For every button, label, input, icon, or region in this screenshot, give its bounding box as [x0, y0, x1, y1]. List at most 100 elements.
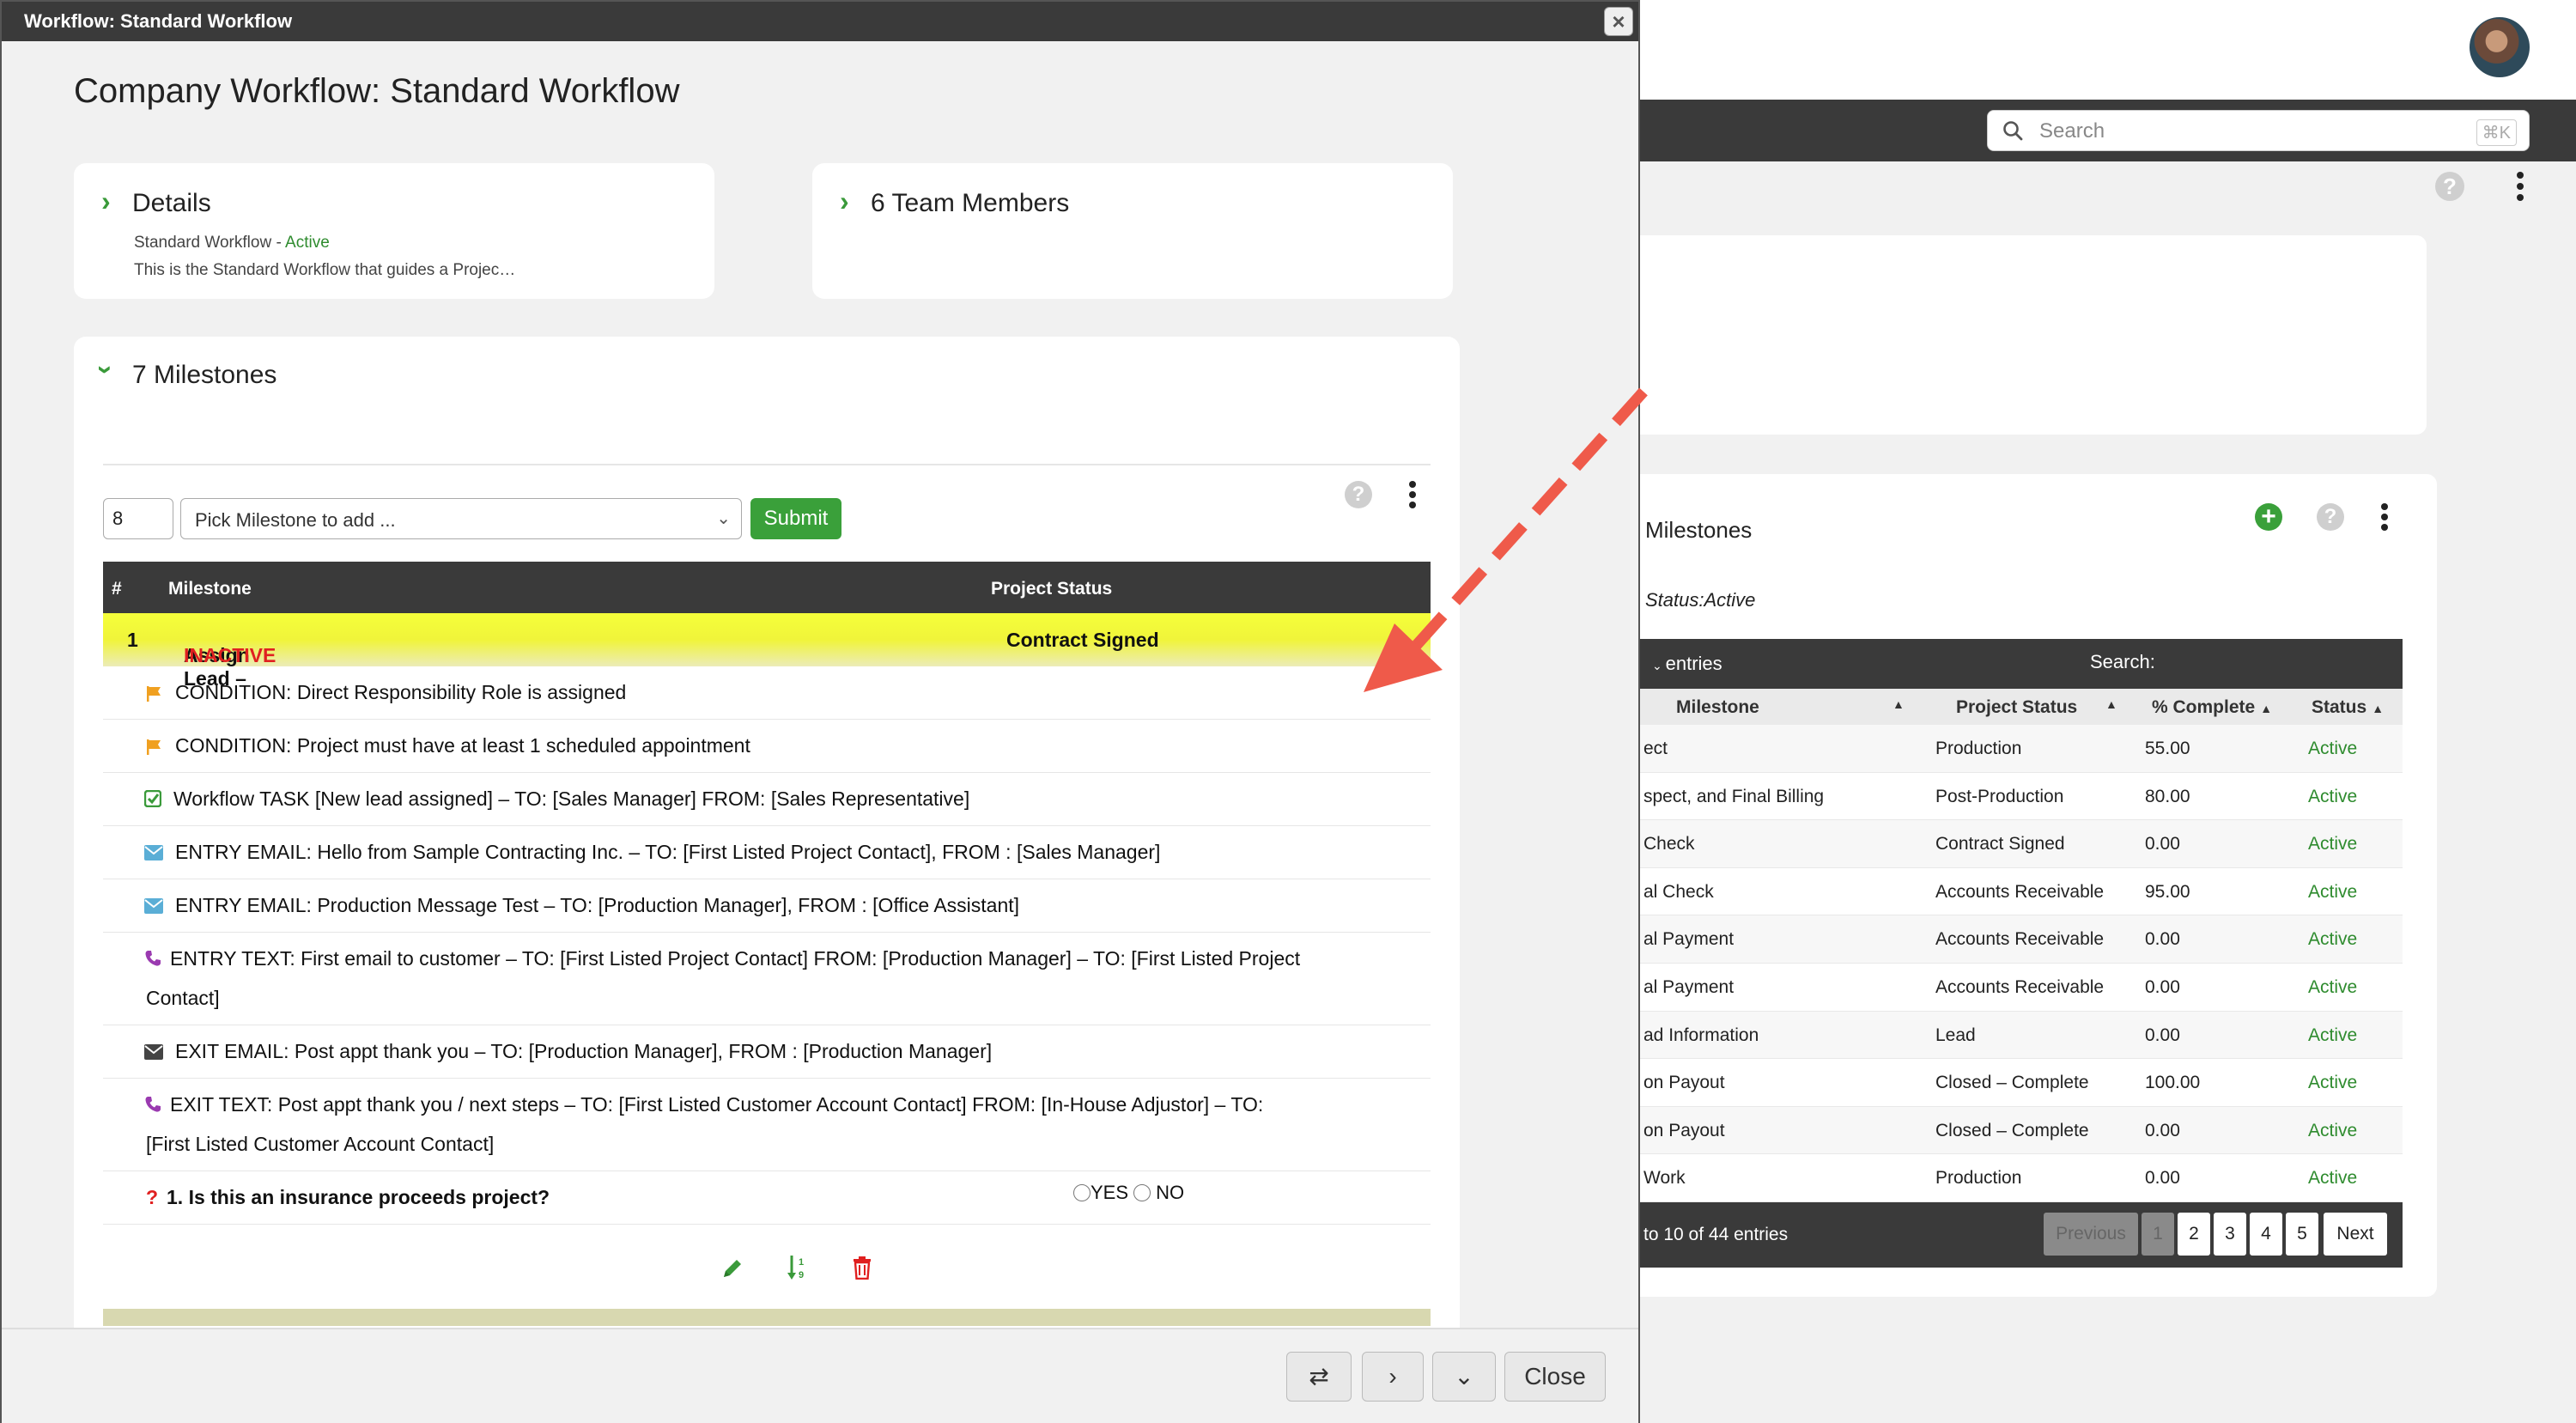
milestone-number: 1 [127, 629, 138, 651]
cell-status: Post-Production [1935, 786, 2064, 806]
table-row[interactable]: ect Production 55.00 Active [1640, 725, 2403, 773]
submit-button[interactable]: Submit [750, 498, 841, 539]
previous-page-button[interactable]: Previous [2044, 1213, 2138, 1256]
envelope-icon [144, 898, 163, 914]
chevron-right-icon[interactable]: › [101, 185, 111, 217]
trash-icon[interactable] [852, 1256, 872, 1280]
col-project-status[interactable]: Project Status [1956, 697, 2077, 718]
cell-milestone: ad Information [1643, 1025, 1759, 1045]
svg-text:1: 1 [799, 1257, 804, 1268]
team-members-heading[interactable]: 6 Team Members [871, 189, 1069, 218]
more-options-icon[interactable] [2380, 503, 2389, 531]
cell-active: Active [2308, 1168, 2358, 1189]
radio-no[interactable] [1133, 1184, 1151, 1201]
milestone-row[interactable]: 1 Assign Lead – INACTIVE Contract Signed [103, 613, 1431, 690]
status-filter-label: Status:Active [1645, 589, 1756, 611]
cell-milestone: ect [1643, 739, 1668, 758]
page-4-button[interactable]: 4 [2250, 1213, 2282, 1256]
pick-milestone-placeholder: Pick Milestone to add ... [195, 509, 396, 531]
inactive-badge: INACTIVE [184, 644, 276, 666]
table-row[interactable]: Check Contract Signed 0.00 Active [1640, 820, 2403, 868]
milestones-heading[interactable]: 7 Milestones [132, 361, 276, 390]
team-members-card[interactable]: › 6 Team Members [812, 163, 1453, 299]
table-header: Milestone ▲ Project Status ▲ % Complete ▲… [1640, 689, 2403, 725]
cell-active: Active [2308, 786, 2358, 806]
phone-icon [145, 951, 161, 966]
cell-active: Active [2308, 1025, 2358, 1045]
col-percent-complete[interactable]: % Complete ▲ [2152, 697, 2272, 718]
table-row[interactable]: al Check Accounts Receivable 95.00 Active [1640, 868, 2403, 916]
flag-icon [147, 739, 161, 755]
chevron-down-icon[interactable]: ⌄ [1432, 1352, 1496, 1402]
page-3-button[interactable]: 3 [2214, 1213, 2246, 1256]
list-item: CONDITION: Direct Responsibility Role is… [103, 666, 1431, 720]
details-heading[interactable]: Details [132, 189, 211, 218]
table-row[interactable]: on Payout Closed – Complete 0.00 Active [1640, 1106, 2403, 1155]
pencil-icon[interactable] [721, 1257, 744, 1280]
col-project-status: Project Status [991, 579, 1113, 599]
col-milestone: Milestone [168, 579, 252, 599]
help-icon[interactable]: ? [2317, 503, 2344, 531]
table-row[interactable]: al Payment Accounts Receivable 0.00 Active [1640, 964, 2403, 1012]
cell-status: Production [1935, 1168, 2022, 1189]
table-row[interactable]: al Payment Accounts Receivable 0.00 Active [1640, 915, 2403, 964]
answer-no[interactable]: NO [1133, 1182, 1184, 1204]
cell-active: Active [2308, 881, 2358, 902]
background-card [1640, 235, 2427, 435]
chevron-right-icon[interactable]: › [840, 185, 849, 217]
cell-status: Production [1935, 739, 2022, 758]
more-options-icon[interactable] [2516, 172, 2524, 201]
sort-icon[interactable]: ▲ [2105, 697, 2117, 711]
cell-complete: 80.00 [2145, 786, 2190, 806]
help-icon[interactable]: ? [2435, 172, 2464, 201]
cell-milestone: Work [1643, 1168, 1686, 1189]
cell-complete: 0.00 [2145, 1120, 2180, 1140]
chevron-down-icon[interactable]: › [90, 365, 122, 374]
cell-milestone: on Payout [1643, 1073, 1725, 1093]
list-item: ENTRY TEXT: First email to customer – TO… [103, 933, 1431, 1025]
details-card[interactable]: › Details Standard Workflow - Active Thi… [74, 163, 714, 299]
entries-label[interactable]: ⌄ entries [1652, 653, 1722, 675]
page-2-button[interactable]: 2 [2178, 1213, 2210, 1256]
radio-yes[interactable] [1073, 1184, 1091, 1201]
add-milestone-icon[interactable]: + [2255, 503, 2282, 531]
modal-titlebar: Workflow: Standard Workflow × [2, 2, 1638, 41]
page-5-button[interactable]: 5 [2286, 1213, 2318, 1256]
cell-complete: 0.00 [2145, 929, 2180, 950]
question-text: 1. Is this an insurance proceeds project… [167, 1186, 550, 1208]
cell-active: Active [2308, 1120, 2358, 1140]
close-icon[interactable]: × [1604, 7, 1633, 36]
page-title: Company Workflow: Standard Workflow [74, 72, 680, 110]
user-avatar[interactable] [2470, 17, 2530, 77]
col-status[interactable]: Status ▲ [2312, 697, 2384, 718]
answer-yes[interactable]: YES [1073, 1182, 1128, 1204]
cell-milestone: Check [1643, 834, 1695, 854]
sort-icon[interactable]: ▲ [1893, 697, 1905, 711]
list-item: ENTRY EMAIL: Hello from Sample Contracti… [103, 826, 1431, 879]
table-row[interactable]: ad Information Lead 0.00 Active [1640, 1011, 2403, 1060]
table-row[interactable]: Work Production 0.00 Active [1640, 1154, 2403, 1202]
table-row[interactable]: on Payout Closed – Complete 100.00 Active [1640, 1059, 2403, 1107]
help-icon[interactable]: ? [1345, 481, 1372, 508]
global-search-input[interactable]: Search ⌘K [1987, 110, 2530, 151]
next-page-button[interactable]: Next [2324, 1213, 2387, 1256]
question-icon: ? [146, 1186, 159, 1208]
cell-status: Contract Signed [1935, 834, 2065, 854]
cell-status: Lead [1935, 1025, 1976, 1045]
col-milestone[interactable]: Milestone [1676, 697, 1759, 718]
cell-complete: 95.00 [2145, 881, 2190, 902]
modal-title: Workflow: Standard Workflow [24, 10, 293, 32]
close-button[interactable]: Close [1504, 1352, 1606, 1402]
sort-numeric-icon[interactable]: 19 [787, 1254, 809, 1281]
swap-icon[interactable]: ⇄ [1286, 1352, 1352, 1402]
table-row[interactable]: spect, and Final Billing Post-Production 8… [1640, 773, 2403, 821]
milestone-order-input[interactable]: 8 [103, 498, 173, 539]
cell-complete: 100.00 [2145, 1073, 2201, 1093]
entries-info: to 10 of 44 entries [1643, 1225, 1789, 1244]
milestone-project-status: Contract Signed [1006, 629, 1159, 651]
page-1-button[interactable]: 1 [2142, 1213, 2174, 1256]
more-options-icon[interactable] [1408, 481, 1417, 508]
cell-active: Active [2308, 739, 2358, 758]
pick-milestone-select[interactable]: Pick Milestone to add ... ⌄ [180, 498, 742, 539]
chevron-right-icon[interactable]: › [1362, 1352, 1424, 1402]
